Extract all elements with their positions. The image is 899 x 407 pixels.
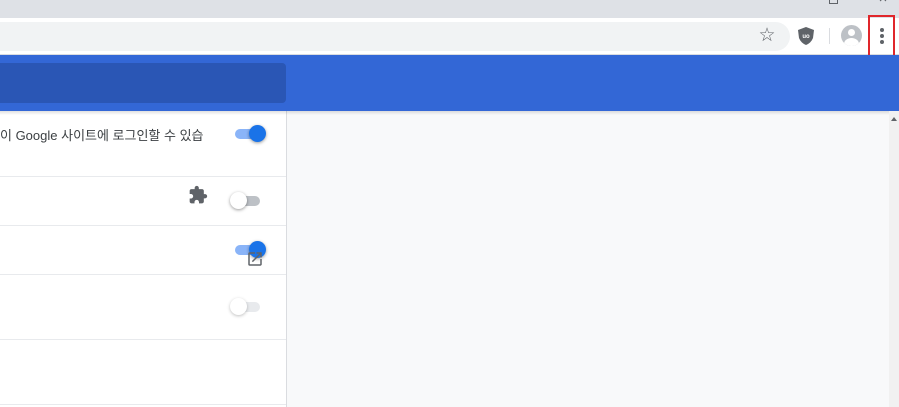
settings-row	[0, 226, 286, 275]
browser-toolbar: ☆	[0, 18, 899, 55]
ublock-shield-icon[interactable]: uo	[798, 27, 814, 45]
external-link-icon[interactable]	[246, 250, 264, 268]
browser-window: × ☆ uo 이 Google 사이트에 로그인할 수 있습	[0, 0, 899, 407]
svg-text:uo: uo	[802, 34, 810, 40]
settings-row	[0, 275, 286, 340]
settings-row[interactable]	[0, 340, 286, 405]
page-scrollbar[interactable]	[889, 111, 899, 407]
bookmark-star-icon[interactable]: ☆	[757, 24, 777, 48]
title-bar: ×	[0, 0, 899, 18]
settings-card: 이 Google 사이트에 로그인할 수 있습	[0, 111, 287, 407]
setting-toggle[interactable]	[230, 191, 266, 211]
close-window-icon[interactable]: ×	[874, 0, 892, 7]
search-settings-input[interactable]	[0, 63, 286, 103]
profile-avatar-icon[interactable]	[841, 25, 862, 46]
settings-row	[0, 177, 286, 226]
settings-row-label: 이 Google 사이트에 로그인할 수 있습	[0, 128, 204, 143]
scroll-up-arrow-icon[interactable]	[891, 117, 897, 121]
settings-row: 이 Google 사이트에 로그인할 수 있습	[0, 111, 286, 177]
setting-toggle-disabled	[230, 297, 266, 317]
address-bar[interactable]: ☆	[0, 22, 790, 51]
restore-window-icon[interactable]	[829, 0, 838, 4]
header-shadow	[0, 111, 899, 115]
setting-toggle[interactable]	[233, 124, 269, 144]
puzzle-icon	[189, 185, 208, 204]
settings-header	[0, 55, 899, 111]
toolbar-separator	[829, 28, 830, 44]
